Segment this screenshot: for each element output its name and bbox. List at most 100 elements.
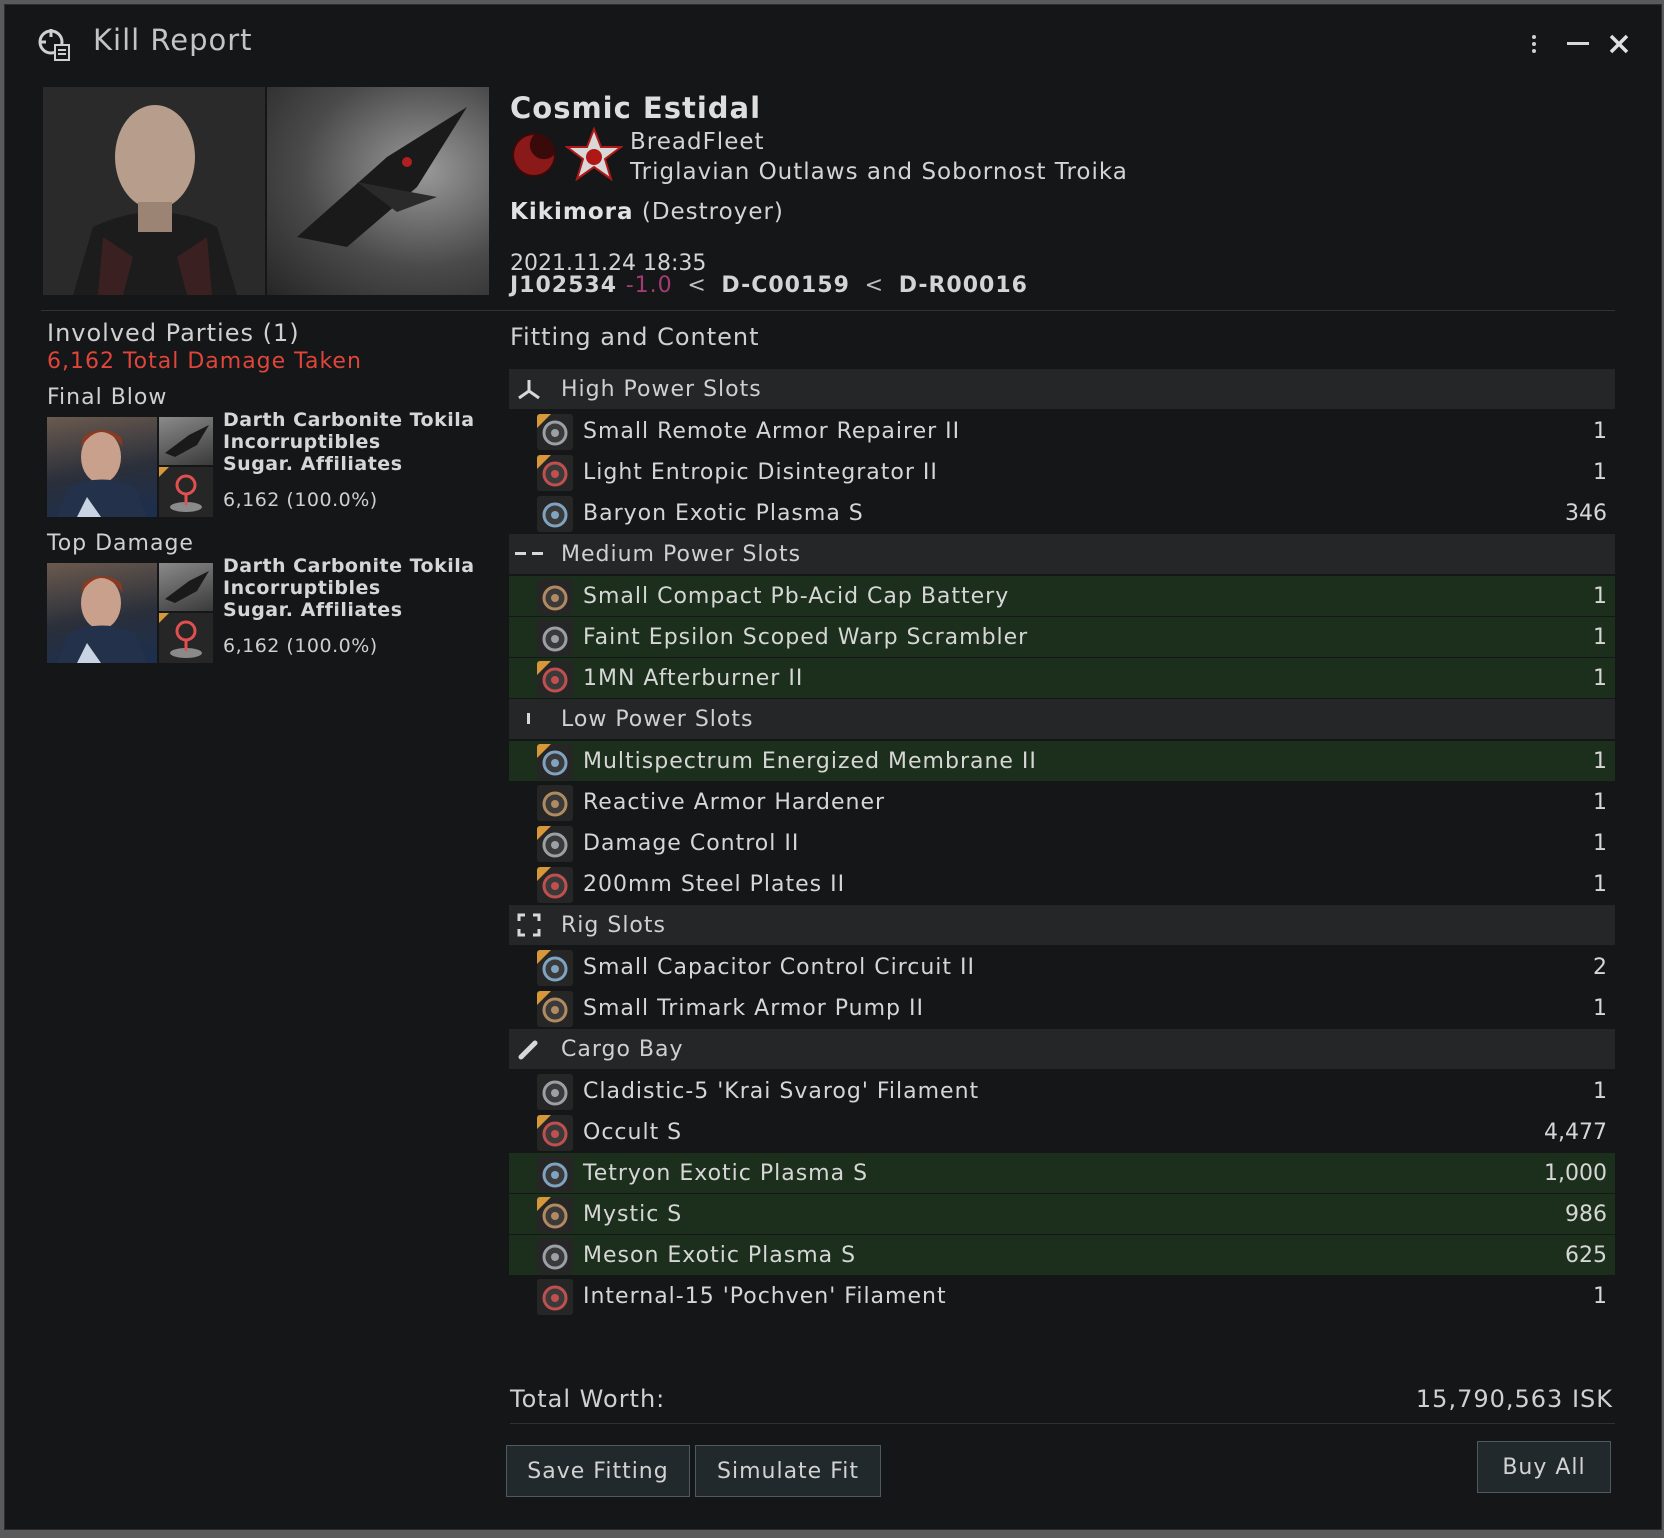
item-row-dropped[interactable]: Tetryon Exotic Plasma S 1,000 — [509, 1153, 1615, 1193]
item-icon[interactable] — [537, 414, 573, 450]
item-icon[interactable] — [537, 1115, 573, 1151]
victim-name[interactable]: Cosmic Estidal — [510, 91, 761, 125]
slot-group-header[interactable]: High Power Slots — [509, 369, 1615, 409]
item-row-dropped[interactable]: 1MN Afterburner II 1 — [509, 658, 1615, 698]
item-row-destroyed[interactable]: Occult S 4,477 — [509, 1112, 1615, 1152]
item-row-destroyed[interactable]: Small Trimark Armor Pump II 1 — [509, 988, 1615, 1028]
slot-group-label: Low Power Slots — [561, 706, 754, 732]
item-icon[interactable] — [537, 991, 573, 1027]
item-icon[interactable] — [537, 785, 573, 821]
item-row-destroyed[interactable]: 200mm Steel Plates II 1 — [509, 864, 1615, 904]
item-icon[interactable] — [537, 496, 573, 532]
item-icon[interactable] — [537, 1074, 573, 1110]
total-worth-value: 15,790,563 ISK — [1415, 1385, 1613, 1413]
item-name: Tetryon Exotic Plasma S — [583, 1160, 869, 1186]
alliance-name[interactable]: Triglavian Outlaws and Sobornost Troika — [630, 159, 1128, 185]
rig-slot-icon — [509, 905, 549, 945]
attacker-alliance[interactable]: Sugar. Affiliates — [223, 599, 475, 621]
item-icon[interactable] — [537, 579, 573, 615]
constellation[interactable]: D-C00159 — [721, 273, 849, 298]
item-icon[interactable] — [537, 661, 573, 697]
kill-report-icon — [38, 29, 70, 61]
item-quantity: 2 — [1593, 954, 1607, 980]
item-row-dropped[interactable]: Small Compact Pb-Acid Cap Battery 1 — [509, 576, 1615, 616]
attacker-portrait[interactable] — [47, 563, 157, 663]
item-row-dropped[interactable]: Meson Exotic Plasma S 625 — [509, 1235, 1615, 1275]
item-name: Mystic S — [583, 1201, 683, 1227]
item-name: Small Remote Armor Repairer II — [583, 418, 961, 444]
item-row-destroyed[interactable]: Small Remote Armor Repairer II 1 — [509, 411, 1615, 451]
alliance-logo[interactable] — [565, 127, 623, 185]
attacker-weapon-icon[interactable] — [159, 467, 213, 517]
low-slot-icon — [509, 699, 549, 739]
item-icon[interactable] — [537, 867, 573, 903]
slot-group-header[interactable]: Medium Power Slots — [509, 534, 1615, 574]
item-icon[interactable] — [537, 1238, 573, 1274]
attacker-corporation[interactable]: Incorruptibles — [223, 431, 475, 453]
attacker-portrait[interactable] — [47, 417, 157, 517]
location-separator: < — [864, 273, 885, 298]
more-icon[interactable] — [1517, 27, 1551, 61]
victim-portrait[interactable] — [43, 87, 265, 295]
item-row-destroyed[interactable]: Small Capacitor Control Circuit II 2 — [509, 947, 1615, 987]
corporation-logo[interactable] — [510, 129, 558, 181]
attacker-ship-icon[interactable] — [159, 417, 213, 465]
victim-ship-image[interactable] — [267, 87, 489, 295]
item-icon[interactable] — [537, 744, 573, 780]
tech-tier-icon — [537, 744, 551, 758]
item-name: Internal-15 'Pochven' Filament — [583, 1283, 947, 1309]
buy-all-button[interactable]: Buy All — [1477, 1441, 1611, 1493]
item-quantity: 1 — [1593, 665, 1607, 691]
solar-system[interactable]: J102534 — [510, 273, 617, 298]
item-row-dropped[interactable]: Faint Epsilon Scoped Warp Scrambler 1 — [509, 617, 1615, 657]
attacker-ship-icon[interactable] — [159, 563, 213, 611]
item-icon[interactable] — [537, 950, 573, 986]
tech-tier-icon — [537, 1197, 551, 1211]
item-icon[interactable] — [537, 620, 573, 656]
item-row-destroyed[interactable]: Damage Control II 1 — [509, 823, 1615, 863]
tech-tier-icon — [537, 661, 551, 675]
item-row-dropped[interactable]: Mystic S 986 — [509, 1194, 1615, 1234]
item-row-destroyed[interactable]: Internal-15 'Pochven' Filament 1 — [509, 1276, 1615, 1316]
slot-group-label: Cargo Bay — [561, 1036, 684, 1062]
slot-group-header[interactable]: Low Power Slots — [509, 699, 1615, 739]
attacker-corporation[interactable]: Incorruptibles — [223, 577, 475, 599]
title-bar: Kill Report — [5, 5, 1661, 85]
item-quantity: 1,000 — [1544, 1160, 1607, 1186]
cargo-icon — [509, 1029, 549, 1069]
save-fitting-button[interactable]: Save Fitting — [506, 1445, 690, 1497]
slot-group-label: Rig Slots — [561, 912, 666, 938]
item-quantity: 1 — [1593, 459, 1607, 485]
item-quantity: 1 — [1593, 583, 1607, 609]
tech-tier-icon — [537, 414, 551, 428]
item-quantity: 1 — [1593, 871, 1607, 897]
item-icon[interactable] — [537, 1156, 573, 1192]
corporation-name[interactable]: BreadFleet — [630, 129, 765, 155]
attacker-alliance[interactable]: Sugar. Affiliates — [223, 453, 475, 475]
item-row-destroyed[interactable]: Baryon Exotic Plasma S 346 — [509, 493, 1615, 533]
top-damage-label: Top Damage — [47, 531, 194, 556]
high-slot-icon — [509, 369, 549, 409]
item-row-destroyed[interactable]: Reactive Armor Hardener 1 — [509, 782, 1615, 822]
item-icon[interactable] — [537, 1279, 573, 1315]
item-row-dropped[interactable]: Multispectrum Energized Membrane II 1 — [509, 741, 1615, 781]
item-row-destroyed[interactable]: Light Entropic Disintegrator II 1 — [509, 452, 1615, 492]
region[interactable]: D-R00016 — [899, 273, 1028, 298]
ship-name[interactable]: Kikimora — [510, 199, 634, 225]
close-icon[interactable] — [1602, 27, 1636, 61]
item-icon[interactable] — [537, 1197, 573, 1233]
attacker-name[interactable]: Darth Carbonite Tokila — [223, 409, 475, 431]
slot-group-header[interactable]: Cargo Bay — [509, 1029, 1615, 1069]
item-icon[interactable] — [537, 455, 573, 491]
fitting-list: High Power Slots Small Remote Armor Repai… — [509, 369, 1615, 1317]
slot-group-header[interactable]: Rig Slots — [509, 905, 1615, 945]
attacker-weapon-icon[interactable] — [159, 613, 213, 663]
minimize-icon[interactable] — [1561, 27, 1595, 61]
item-name: Baryon Exotic Plasma S — [583, 500, 864, 526]
item-quantity: 1 — [1593, 624, 1607, 650]
attacker-name[interactable]: Darth Carbonite Tokila — [223, 555, 475, 577]
simulate-fit-button[interactable]: Simulate Fit — [695, 1445, 881, 1497]
item-row-destroyed[interactable]: Cladistic-5 'Krai Svarog' Filament 1 — [509, 1071, 1615, 1111]
slot-group-label: Medium Power Slots — [561, 541, 802, 567]
item-icon[interactable] — [537, 826, 573, 862]
